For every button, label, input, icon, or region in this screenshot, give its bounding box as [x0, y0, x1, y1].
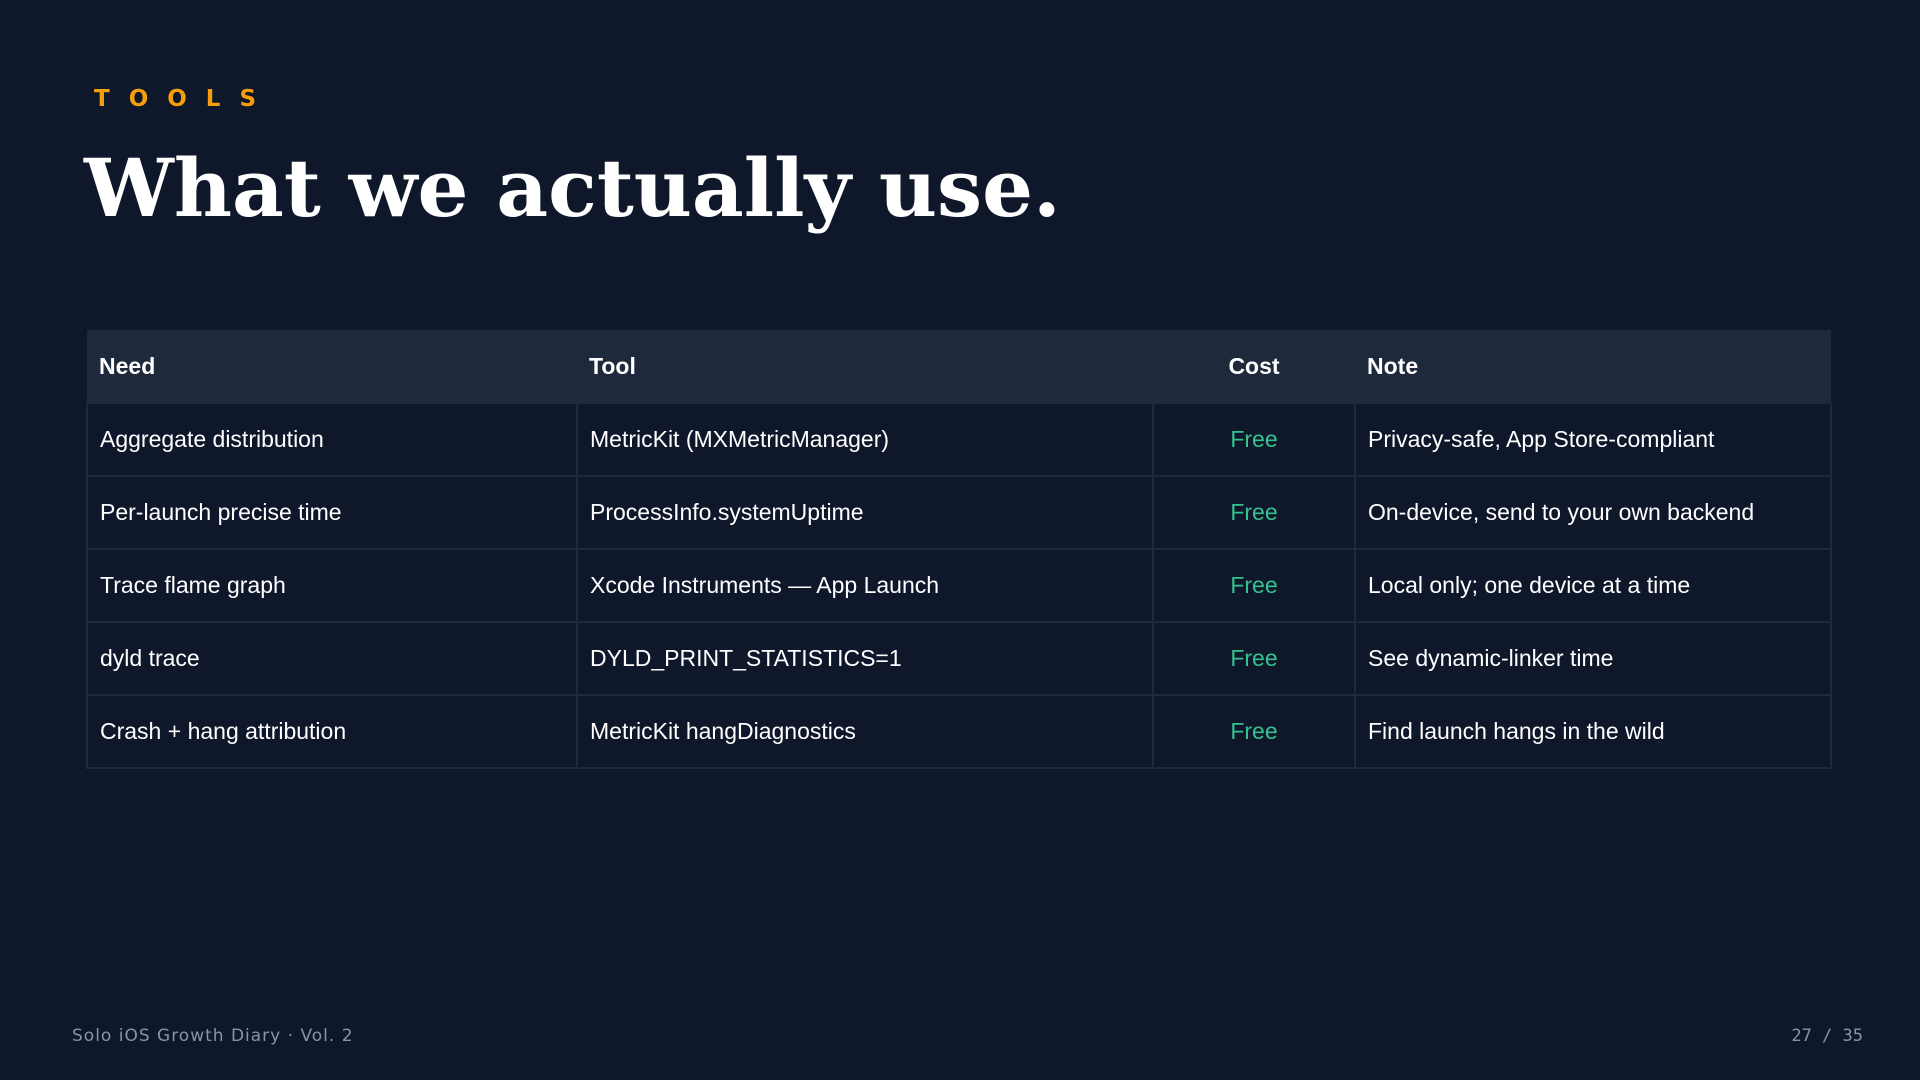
table-row: Crash + hang attribution MetricKit hangD… — [86, 694, 1832, 769]
table-row: dyld trace DYLD_PRINT_STATISTICS=1 Free … — [86, 621, 1832, 696]
cell-cost: Free — [1152, 548, 1356, 623]
cell-note: See dynamic-linker time — [1354, 621, 1832, 696]
cell-tool: MetricKit hangDiagnostics — [576, 694, 1154, 769]
section-eyebrow: TOOLS — [94, 86, 276, 112]
column-header-cost: Cost — [1228, 352, 1280, 379]
cell-tool: ProcessInfo.systemUptime — [576, 475, 1154, 550]
cell-need: Trace flame graph — [86, 548, 578, 623]
column-header-note: Note — [1367, 352, 1419, 379]
cell-need: Per-launch precise time — [86, 475, 578, 550]
cell-need: dyld trace — [86, 621, 578, 696]
column-header-tool: Tool — [589, 352, 636, 379]
cell-tool: MetricKit (MXMetricManager) — [576, 402, 1154, 477]
cell-tool: DYLD_PRINT_STATISTICS=1 — [576, 621, 1154, 696]
cell-note: Privacy-safe, App Store-compliant — [1354, 402, 1832, 477]
deck-title-footer: Solo iOS Growth Diary · Vol. 2 — [72, 1026, 354, 1046]
slide-title: What we actually use. — [84, 141, 1061, 235]
cell-cost: Free — [1152, 621, 1356, 696]
cell-cost: Free — [1152, 475, 1356, 550]
cell-tool: Xcode Instruments — App Launch — [576, 548, 1154, 623]
table-row: Per-launch precise time ProcessInfo.syst… — [86, 475, 1832, 550]
cell-need: Crash + hang attribution — [86, 694, 578, 769]
cell-need: Aggregate distribution — [86, 402, 578, 477]
tools-table-container: Need Tool Cost Note Aggregate distributi… — [86, 330, 1832, 769]
cell-note: On-device, send to your own backend — [1354, 475, 1832, 550]
table-header-row: Need Tool Cost Note — [87, 330, 1831, 403]
column-header-need: Need — [99, 352, 156, 379]
tools-table: Need Tool Cost Note Aggregate distributi… — [86, 330, 1832, 769]
cell-cost: Free — [1152, 402, 1356, 477]
page-indicator: 27 / 35 — [1791, 1026, 1863, 1046]
cell-note: Find launch hangs in the wild — [1354, 694, 1832, 769]
table-row: Trace flame graph Xcode Instruments — Ap… — [86, 548, 1832, 623]
table-row: Aggregate distribution MetricKit (MXMetr… — [86, 402, 1832, 477]
cell-cost: Free — [1152, 694, 1356, 769]
cell-note: Local only; one device at a time — [1354, 548, 1832, 623]
